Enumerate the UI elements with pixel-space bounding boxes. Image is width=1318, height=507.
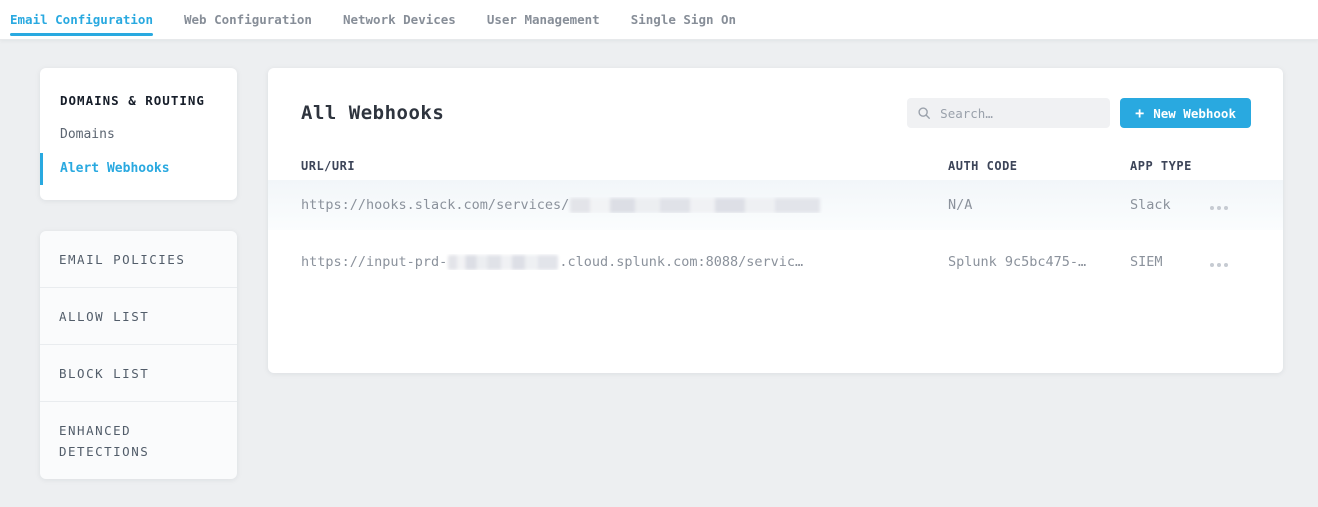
column-header-auth-code: AUTH CODE [948,159,1130,173]
panel-header-actions: + New Webhook [907,98,1251,128]
url-text: .cloud.splunk.com:8088/servic… [559,254,803,270]
page-body: DOMAINS & ROUTING Domains Alert Webhooks… [0,40,1318,479]
policy-sections-card: EMAIL POLICIES ALLOW LIST BLOCK LIST ENH… [40,231,237,479]
tab-network-devices[interactable]: Network Devices [343,0,456,39]
ellipsis-icon [1217,263,1221,267]
new-webhook-button[interactable]: + New Webhook [1120,98,1251,128]
page-title: All Webhooks [301,102,444,124]
ellipsis-icon [1224,206,1228,210]
webhooks-table: URL/URI AUTH CODE APP TYPE https://hooks… [268,152,1283,294]
plus-icon: + [1135,106,1144,121]
search-box[interactable] [907,98,1110,128]
auth-code: N/A [948,197,1130,213]
redacted-url-segment [448,255,558,270]
webhook-url: https://input-prd- .cloud.splunk.com:8088… [301,254,948,270]
redacted-url-segment [570,198,820,213]
auth-code: Splunk 9c5bc475-… [948,254,1130,270]
table-header-row: URL/URI AUTH CODE APP TYPE [268,152,1283,180]
column-header-url: URL/URI [301,159,948,173]
top-tab-bar: Email Configuration Web Configuration Ne… [0,0,1318,40]
sidebar-item-block-list[interactable]: BLOCK LIST [40,344,237,401]
sidebar-item-allow-list[interactable]: ALLOW LIST [40,287,237,344]
app-type: Slack [1130,197,1206,213]
ellipsis-icon [1210,206,1214,210]
search-input[interactable] [940,106,1100,121]
all-webhooks-panel: All Webhooks + New Webhook URL/URI [268,68,1283,373]
new-webhook-button-label: New Webhook [1153,106,1236,121]
ellipsis-icon [1210,263,1214,267]
row-actions-menu[interactable] [1206,257,1231,273]
url-text: https://hooks.slack.com/services/ [301,197,569,213]
url-text: https://input-prd- [301,254,447,270]
tab-email-configuration[interactable]: Email Configuration [10,0,153,39]
sidebar-item-domains[interactable]: Domains [60,127,217,142]
domains-routing-card: DOMAINS & ROUTING Domains Alert Webhooks [40,68,237,200]
table-row: https://hooks.slack.com/services/ N/A Sl… [268,180,1283,230]
sidebar-item-enhanced-detections[interactable]: ENHANCED DETECTIONS [40,401,237,479]
settings-sidebar: DOMAINS & ROUTING Domains Alert Webhooks… [40,68,237,479]
panel-header: All Webhooks + New Webhook [268,68,1283,128]
row-actions-menu[interactable] [1206,200,1231,216]
tab-web-configuration[interactable]: Web Configuration [184,0,312,39]
table-row: https://input-prd- .cloud.splunk.com:8088… [268,230,1283,294]
ellipsis-icon [1224,263,1228,267]
sidebar-item-alert-webhooks[interactable]: Alert Webhooks [60,161,217,176]
tab-single-sign-on[interactable]: Single Sign On [631,0,736,39]
column-header-app-type: APP TYPE [1130,159,1206,173]
sidebar-item-email-policies[interactable]: EMAIL POLICIES [40,231,237,287]
domains-routing-heading: DOMAINS & ROUTING [60,93,217,108]
ellipsis-icon [1217,206,1221,210]
webhook-url: https://hooks.slack.com/services/ [301,197,948,213]
search-icon [917,106,931,120]
app-type: SIEM [1130,254,1206,270]
tab-user-management[interactable]: User Management [487,0,600,39]
